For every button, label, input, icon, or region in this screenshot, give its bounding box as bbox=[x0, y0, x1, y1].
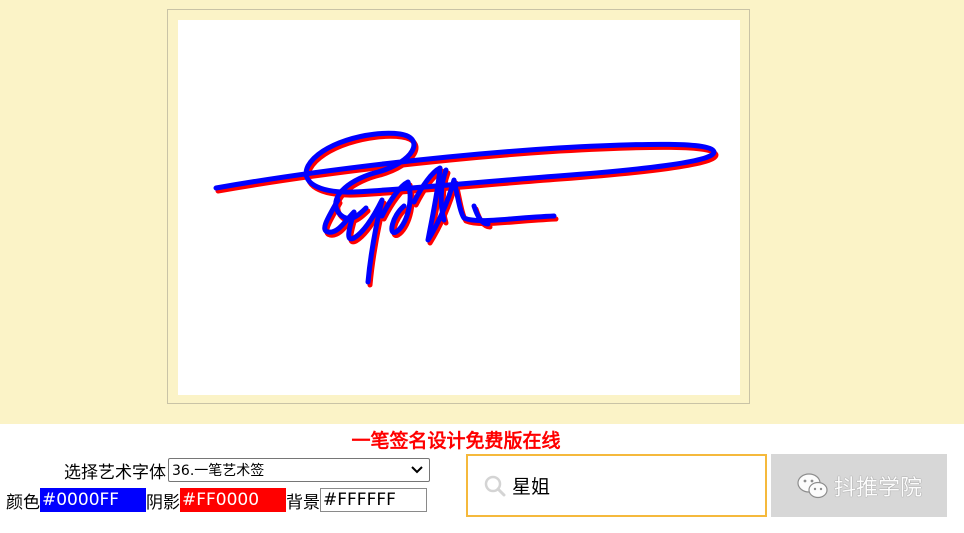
controls-panel: 一笔签名设计免费版在线 选择艺术字体 36.一笔艺术签 颜色 #0000FF 阴… bbox=[0, 424, 964, 533]
color-settings-row: 颜色 #0000FF 阴影 #FF0000 背景 #FFFFFF bbox=[6, 488, 427, 513]
search-icon bbox=[484, 475, 506, 496]
signature-preview-image bbox=[178, 20, 740, 395]
preview-area bbox=[0, 0, 964, 424]
watermark-text: 抖推学院 bbox=[833, 475, 922, 501]
background-label: 背景 bbox=[286, 492, 320, 513]
name-input[interactable]: 星姐 bbox=[466, 454, 767, 517]
generate-button[interactable]: 抖推学院 bbox=[771, 454, 947, 517]
wechat-icon bbox=[797, 472, 828, 498]
background-color-input[interactable]: #FFFFFF bbox=[320, 488, 427, 512]
signature-preview-frame bbox=[167, 9, 750, 404]
page-title: 一笔签名设计免费版在线 bbox=[351, 430, 561, 452]
font-picker-row: 选择艺术字体 36.一笔艺术签 bbox=[64, 458, 430, 483]
font-picker-label: 选择艺术字体 bbox=[64, 462, 166, 483]
font-select[interactable]: 36.一笔艺术签 bbox=[168, 458, 430, 482]
color-label: 颜色 bbox=[6, 492, 40, 513]
color-input[interactable]: #0000FF bbox=[40, 488, 146, 512]
chevron-down-icon bbox=[411, 466, 423, 474]
signature-artwork bbox=[213, 130, 719, 288]
shadow-label: 阴影 bbox=[146, 492, 180, 513]
watermark: 抖推学院 bbox=[796, 470, 922, 502]
name-input-value: 星姐 bbox=[512, 476, 551, 498]
font-select-value: 36.一笔艺术签 bbox=[172, 463, 265, 479]
signature-designer-page: 一笔签名设计免费版在线 选择艺术字体 36.一笔艺术签 颜色 #0000FF 阴… bbox=[0, 0, 964, 533]
shadow-color-input[interactable]: #FF0000 bbox=[180, 488, 286, 512]
